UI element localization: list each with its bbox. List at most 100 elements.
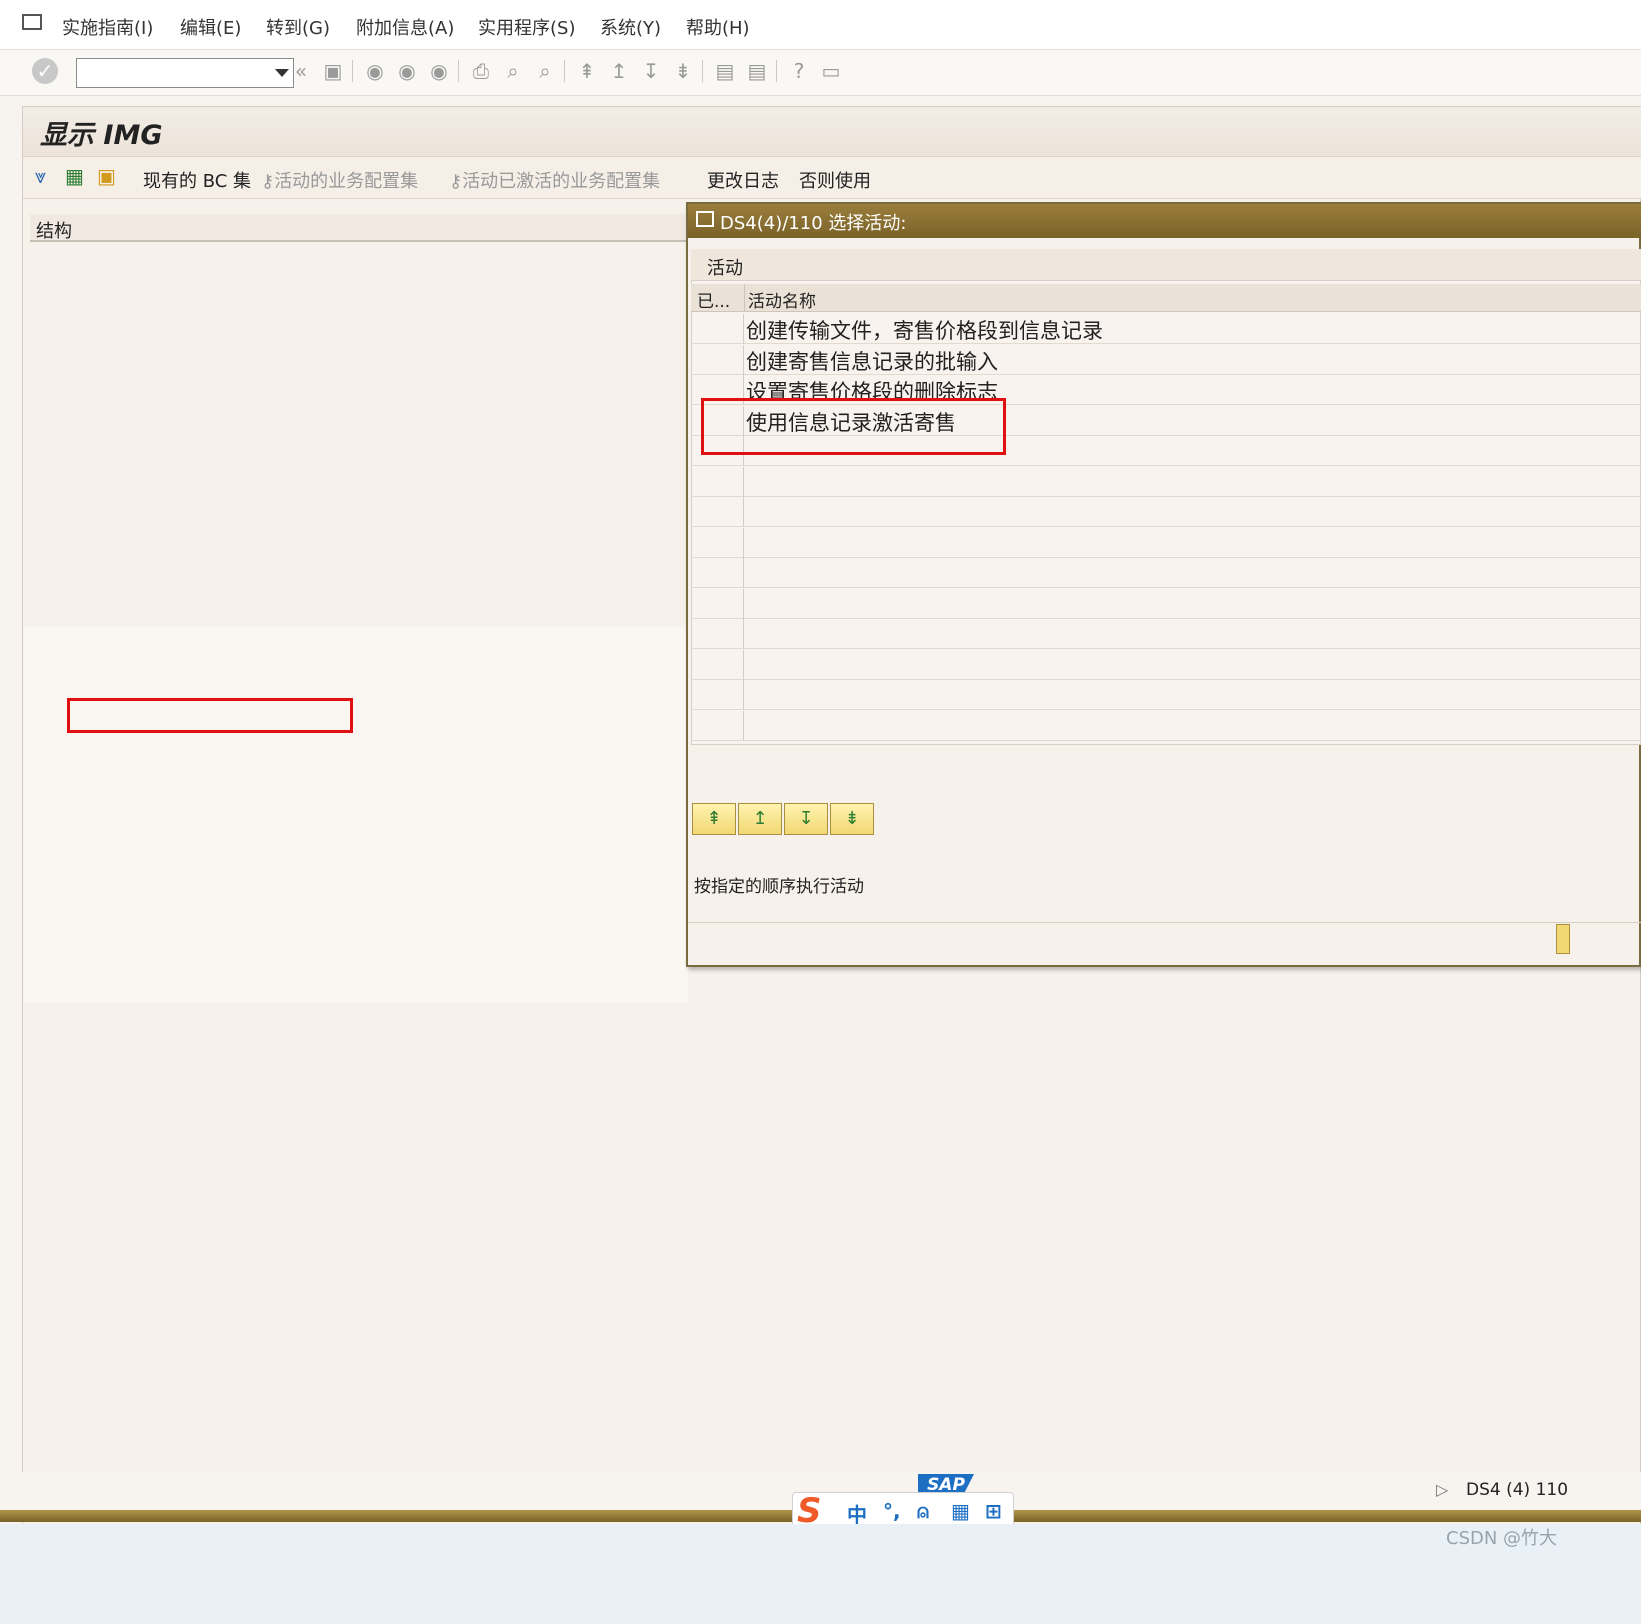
back-icon[interactable]: ◉ bbox=[362, 58, 388, 84]
punctuation-icon[interactable]: °, bbox=[883, 1499, 901, 1523]
table-row bbox=[691, 710, 1641, 741]
dialog-footer-divider bbox=[688, 922, 1641, 923]
cancel-icon[interactable]: ◉ bbox=[426, 58, 452, 84]
table-row bbox=[691, 466, 1641, 497]
title-bar bbox=[23, 107, 1641, 157]
application-toolbar: ⩔ ▦ ▣ 现有的 BC 集 ⚷活动的业务配置集 ⚷活动已激活的业务配置集 更改… bbox=[23, 157, 1641, 199]
keyboard-icon[interactable]: ▦ bbox=[951, 1499, 970, 1523]
structure-header-label: 结构 bbox=[36, 221, 72, 242]
chevron-down-icon[interactable] bbox=[275, 69, 289, 77]
last-page-icon[interactable]: ⇟ bbox=[670, 58, 696, 84]
table-row bbox=[691, 649, 1641, 680]
table-row bbox=[691, 680, 1641, 710]
command-field[interactable] bbox=[76, 58, 294, 88]
next-item-button[interactable]: ↧ bbox=[784, 803, 828, 835]
activity-table-header: 已... 活动名称 bbox=[691, 284, 1641, 312]
bc-set-icon[interactable]: ▣ bbox=[97, 164, 116, 188]
material-management-subtree-bg bbox=[24, 627, 688, 1003]
continue-button[interactable] bbox=[1556, 924, 1570, 954]
previous-item-icon: ↥ bbox=[752, 808, 768, 829]
layout-menu-icon[interactable]: ▭ bbox=[818, 58, 844, 84]
done-cell bbox=[691, 497, 744, 527]
dialog-title-bar: DS4(4)/110 选择活动: bbox=[688, 204, 1641, 238]
menu-extras[interactable]: 附加信息(A) bbox=[356, 14, 454, 40]
new-session-icon[interactable]: ▤ bbox=[712, 58, 738, 84]
highlight-box bbox=[67, 698, 353, 733]
done-cell bbox=[691, 619, 744, 649]
menu-goto[interactable]: 转到(G) bbox=[266, 14, 330, 40]
bc-sets-button[interactable]: 现有的 BC 集 bbox=[143, 167, 251, 193]
structure-header: 结构 bbox=[30, 214, 720, 242]
menu-bar: 实施指南(I) 编辑(E) 转到(G) 附加信息(A) 实用程序(S) 系统(Y… bbox=[0, 0, 1641, 50]
activity-name-cell: 创建寄售信息记录的批输入 bbox=[746, 349, 998, 374]
shortcut-icon[interactable]: ▤ bbox=[744, 58, 770, 84]
done-cell bbox=[691, 466, 744, 497]
system-info: DS4 (4) 110 bbox=[1466, 1480, 1569, 1500]
done-cell bbox=[691, 314, 744, 344]
collapse-icon[interactable]: « bbox=[288, 58, 314, 84]
table-row bbox=[691, 588, 1641, 619]
find-icon[interactable]: ⌕ bbox=[500, 58, 526, 84]
table-row bbox=[691, 558, 1641, 588]
done-cell bbox=[691, 344, 744, 375]
active-bc-sets-label: 活动的业务配置集 bbox=[274, 171, 419, 192]
last-item-button[interactable]: ⇟ bbox=[830, 803, 874, 835]
watermark: CSDN @竹大 bbox=[1446, 1528, 1558, 1549]
expand-all-icon[interactable]: ⩔ bbox=[35, 164, 46, 188]
activity-caption-label: 活动 bbox=[707, 258, 743, 279]
done-cell bbox=[691, 558, 744, 588]
menu-system[interactable]: 系统(Y) bbox=[600, 14, 661, 40]
done-cell bbox=[691, 710, 744, 741]
done-cell bbox=[691, 680, 744, 710]
where-used-icon[interactable]: ▦ bbox=[65, 164, 84, 188]
menu-window-icon[interactable] bbox=[22, 14, 42, 30]
menu-help[interactable]: 帮助(H) bbox=[686, 14, 750, 40]
menu-utilities[interactable]: 实用程序(S) bbox=[478, 14, 575, 40]
table-row[interactable]: 创建寄售信息记录的批输入 bbox=[691, 344, 1641, 375]
last-item-icon: ⇟ bbox=[844, 808, 860, 829]
table-row bbox=[691, 527, 1641, 558]
table-row[interactable]: 创建传输文件，寄售价格段到信息记录 bbox=[691, 314, 1641, 344]
activity-table-caption: 活动 bbox=[691, 249, 1641, 281]
exit-icon[interactable]: ◉ bbox=[394, 58, 420, 84]
table-row bbox=[691, 619, 1641, 649]
first-page-icon[interactable]: ⇞ bbox=[574, 58, 600, 84]
menu-implementation-guide[interactable]: 实施指南(I) bbox=[62, 14, 153, 40]
change-log-button[interactable]: 更改日志 bbox=[707, 167, 779, 193]
column-activity-name[interactable]: 活动名称 bbox=[748, 287, 816, 312]
highlight-box bbox=[701, 398, 1006, 455]
print-icon[interactable]: ⎙ bbox=[468, 58, 494, 84]
previous-page-icon[interactable]: ↥ bbox=[606, 58, 632, 84]
activity-name-cell: 创建传输文件，寄售价格段到信息记录 bbox=[746, 319, 1103, 343]
status-expand-icon[interactable]: ▷ bbox=[1436, 1480, 1448, 1499]
menu-edit[interactable]: 编辑(E) bbox=[180, 14, 241, 40]
next-page-icon[interactable]: ↧ bbox=[638, 58, 664, 84]
table-row bbox=[691, 497, 1641, 527]
next-item-icon: ↧ bbox=[798, 808, 814, 829]
page-title: 显示 IMG bbox=[40, 120, 163, 151]
activated-bc-sets-button[interactable]: ⚷活动已激活的业务配置集 bbox=[449, 167, 660, 193]
bc-key-icon: ⚷ bbox=[261, 171, 275, 192]
standard-toolbar: ✓ « ▣ ◉ ◉ ◉ ⎙ ⌕ ⌕ ⇞ ↥ ↧ ⇟ ▤ ▤ ? ▭ bbox=[0, 50, 1641, 96]
active-bc-sets-button[interactable]: ⚷活动的业务配置集 bbox=[261, 167, 418, 193]
bc-key-icon: ⚷ bbox=[449, 171, 463, 192]
help-icon[interactable]: ? bbox=[786, 58, 812, 84]
dialog-title: DS4(4)/110 选择活动: bbox=[720, 213, 907, 234]
column-done[interactable]: 已... bbox=[697, 287, 730, 312]
done-cell bbox=[691, 649, 744, 680]
enter-check-icon[interactable]: ✓ bbox=[32, 58, 58, 84]
microphone-icon[interactable]: ⍝ bbox=[917, 1499, 929, 1523]
activated-bc-sets-label: 活动已激活的业务配置集 bbox=[462, 171, 661, 192]
otherwise-use-button[interactable]: 否则使用 bbox=[799, 167, 871, 193]
previous-item-button[interactable]: ↥ bbox=[738, 803, 782, 835]
save-icon[interactable]: ▣ bbox=[320, 58, 346, 84]
execution-hint: 按指定的顺序执行活动 bbox=[694, 877, 864, 897]
window-icon bbox=[696, 211, 714, 227]
os-taskbar bbox=[0, 1524, 1641, 1624]
first-item-icon: ⇞ bbox=[706, 808, 722, 829]
done-cell bbox=[691, 588, 744, 619]
first-item-button[interactable]: ⇞ bbox=[692, 803, 736, 835]
apps-grid-icon[interactable]: ⊞ bbox=[985, 1499, 1002, 1523]
done-cell bbox=[691, 527, 744, 558]
find-next-icon[interactable]: ⌕ bbox=[532, 58, 558, 84]
